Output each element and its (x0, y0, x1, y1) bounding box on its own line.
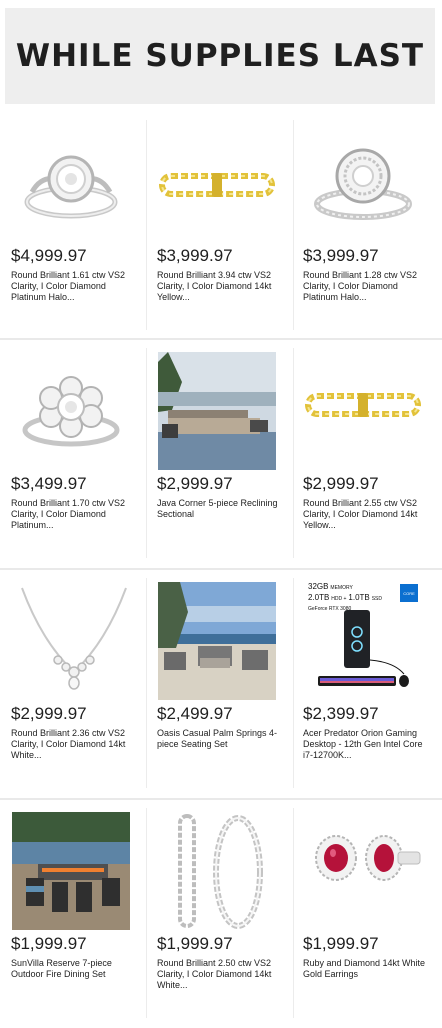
product-card[interactable]: $1,999.97 Round Brilliant 2.50 ctw VS2 C… (154, 808, 292, 1016)
product-title[interactable]: Round Brilliant 2.50 ctw VS2 Clarity, I … (157, 958, 289, 991)
product-price: $2,499.97 (157, 704, 233, 723)
flower-ring-icon[interactable] (12, 352, 130, 470)
product-row: $2,999.97 Round Brilliant 2.36 ctw VS2 C… (0, 570, 442, 800)
product-title[interactable]: Round Brilliant 1.61 ctw VS2 Clarity, I … (11, 270, 143, 303)
product-card[interactable]: $1,999.97 SunVilla Reserve 7-piece Outdo… (8, 808, 146, 1016)
halo-ring-icon[interactable] (304, 124, 422, 242)
promo-banner: WHILE SUPPLIES LAST (5, 8, 435, 104)
banner-title: WHILE SUPPLIES LAST (15, 38, 425, 74)
product-price: $3,999.97 (303, 246, 379, 265)
product-price: $1,999.97 (11, 934, 87, 953)
gold-bracelet-icon[interactable] (304, 352, 422, 470)
spec-ssd-label: SSD (371, 596, 382, 602)
product-price: $1,999.97 (157, 934, 233, 953)
hoop-earrings-icon[interactable] (158, 812, 276, 930)
patio-photo-icon[interactable] (158, 582, 276, 700)
product-price: $3,999.97 (157, 246, 233, 265)
necklace-icon[interactable] (12, 582, 130, 700)
product-title[interactable]: Acer Predator Orion Gaming Desktop - 12t… (303, 728, 435, 761)
product-row: $1,999.97 SunVilla Reserve 7-piece Outdo… (0, 800, 442, 1028)
spec-memory-label: MEMORY (330, 585, 353, 591)
sectional-photo-icon[interactable] (158, 352, 276, 470)
product-card[interactable]: $3,999.97 Round Brilliant 1.28 ctw VS2 C… (300, 120, 438, 328)
product-title[interactable]: Round Brilliant 2.55 ctw VS2 Clarity, I … (303, 498, 435, 531)
product-title[interactable]: Oasis Casual Palm Springs 4-piece Seatin… (157, 728, 289, 750)
product-title[interactable]: Ruby and Diamond 14kt White Gold Earring… (303, 958, 435, 980)
spec-memory: 32GB (308, 582, 329, 591)
product-title[interactable]: Round Brilliant 2.36 ctw VS2 Clarity, I … (11, 728, 143, 761)
cpu-badge-label: CORE (403, 590, 415, 596)
spec-hdd-label: HDD + (331, 596, 347, 602)
product-title[interactable]: SunVilla Reserve 7-piece Outdoor Fire Di… (11, 958, 143, 980)
product-price: $4,999.97 (11, 246, 87, 265)
product-title[interactable]: Round Brilliant 1.28 ctw VS2 Clarity, I … (303, 270, 435, 303)
halo-ring-icon[interactable] (12, 124, 130, 242)
product-card[interactable]: $2,999.97 Round Brilliant 2.55 ctw VS2 C… (300, 348, 438, 556)
product-card[interactable]: $3,999.97 Round Brilliant 3.94 ctw VS2 C… (154, 120, 292, 328)
product-card[interactable]: $2,999.97 Java Corner 5-piece Reclining … (154, 348, 292, 556)
dining-photo-icon[interactable] (12, 812, 130, 930)
product-price: $2,999.97 (157, 474, 233, 493)
ruby-earrings-icon[interactable] (304, 812, 422, 930)
product-row: $4,999.97 Round Brilliant 1.61 ctw VS2 C… (0, 112, 442, 340)
spec-storage: 2.0TB (308, 593, 330, 602)
product-card[interactable]: $3,499.97 Round Brilliant 1.70 ctw VS2 C… (8, 348, 146, 556)
product-row: $3,499.97 Round Brilliant 1.70 ctw VS2 C… (0, 340, 442, 570)
product-grid: $4,999.97 Round Brilliant 1.61 ctw VS2 C… (0, 112, 442, 1028)
gaming-pc-icon[interactable]: 32GB MEMORY 2.0TB HDD + 1.0TB SSD GeForc… (304, 582, 434, 700)
gold-bracelet-icon[interactable] (158, 124, 276, 242)
spec-ssd: 1.0TB (348, 593, 370, 602)
product-card[interactable]: $1,999.97 Ruby and Diamond 14kt White Go… (300, 808, 438, 1016)
intel-core-badge: CORE (400, 584, 418, 602)
product-price: $2,999.97 (11, 704, 87, 723)
product-title[interactable]: Round Brilliant 3.94 ctw VS2 Clarity, I … (157, 270, 289, 303)
product-price: $1,999.97 (303, 934, 379, 953)
product-price: $2,999.97 (303, 474, 379, 493)
product-card[interactable]: 32GB MEMORY 2.0TB HDD + 1.0TB SSD GeForc… (300, 578, 438, 786)
product-card[interactable]: $2,499.97 Oasis Casual Palm Springs 4-pi… (154, 578, 292, 786)
product-title[interactable]: Java Corner 5-piece Reclining Sectional (157, 498, 289, 520)
product-title[interactable]: Round Brilliant 1.70 ctw VS2 Clarity, I … (11, 498, 143, 531)
product-card[interactable]: $4,999.97 Round Brilliant 1.61 ctw VS2 C… (8, 120, 146, 328)
product-price: $2,399.97 (303, 704, 379, 723)
product-card[interactable]: $2,999.97 Round Brilliant 2.36 ctw VS2 C… (8, 578, 146, 786)
product-price: $3,499.97 (11, 474, 87, 493)
